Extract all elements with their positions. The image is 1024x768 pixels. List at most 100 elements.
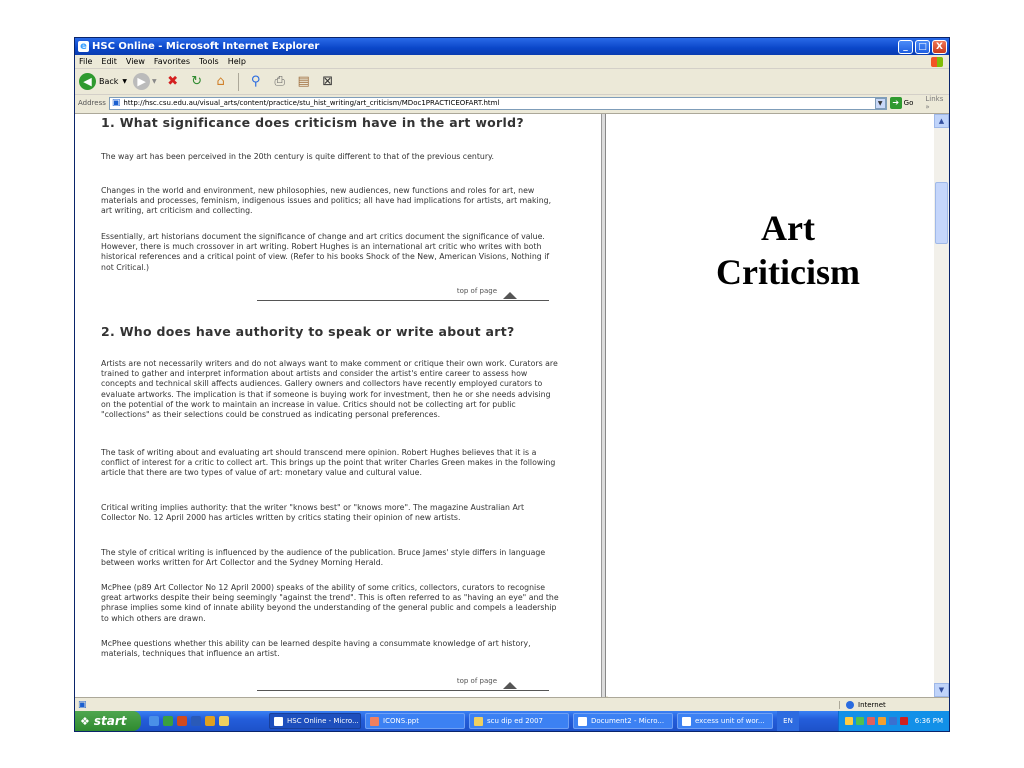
up-arrow-icon xyxy=(503,292,517,299)
globe-icon xyxy=(846,700,854,709)
tray-icon[interactable] xyxy=(899,717,908,725)
back-label[interactable]: Back xyxy=(99,77,118,86)
menu-file[interactable]: File xyxy=(79,57,92,66)
scroll-thumb[interactable] xyxy=(935,182,948,244)
taskbar: ❖ start HSC Online - Micro... ICONS.ppt … xyxy=(75,711,949,731)
menu-help[interactable]: Help xyxy=(228,57,246,66)
task-ie[interactable]: HSC Online - Micro... xyxy=(269,713,361,729)
up-arrow-icon xyxy=(503,682,517,689)
ie-quicklaunch-icon[interactable] xyxy=(149,716,159,726)
task-scu-folder[interactable]: scu dip ed 2007 xyxy=(469,713,569,729)
task-label: scu dip ed 2007 xyxy=(487,717,544,725)
s2-paragraph-3: Critical writing implies authority: that… xyxy=(101,503,525,523)
tray-icon[interactable] xyxy=(888,717,897,725)
forward-arrow-icon[interactable]: ▶ xyxy=(133,73,151,90)
window-title: HSC Online - Microsoft Internet Explorer xyxy=(92,41,320,52)
page-icon: ▣ xyxy=(111,98,121,108)
page-status-icon: ▣ xyxy=(78,699,87,710)
folder-task-icon xyxy=(474,716,483,726)
toolbar: ◀ Back ▼ ▶ ▼ ✖ ↻ ⌂ ⚲ ⎙ ▤ ⊠ xyxy=(75,69,949,95)
go-arrow-icon: ➔ xyxy=(889,97,902,109)
stop-icon[interactable]: ✖ xyxy=(165,74,181,90)
address-label: Address xyxy=(78,99,106,107)
address-bar: Address ▣ http://hsc.csu.edu.au/visual_a… xyxy=(75,95,949,111)
zone-label: Internet xyxy=(858,700,886,709)
s2-paragraph-6: McPhee questions whether this ability ca… xyxy=(101,639,531,659)
tray-icon[interactable] xyxy=(877,717,886,725)
vertical-scrollbar[interactable]: ▲ ▼ xyxy=(934,114,949,697)
s2-paragraph-1: Artists are not necessarily writers and … xyxy=(101,359,558,420)
html-frame: 1. What significance does criticism have… xyxy=(75,114,602,697)
s2-paragraph-5: McPhee (p89 Art Collector No 12 April 20… xyxy=(101,583,559,623)
windows-logo-icon xyxy=(931,56,943,67)
ie-icon: e xyxy=(78,41,89,52)
links-button[interactable]: Links » xyxy=(925,95,949,111)
task-label: HSC Online - Micro... xyxy=(287,717,359,725)
start-button[interactable]: ❖ start xyxy=(75,711,141,731)
task-label: Document2 - Micro... xyxy=(591,717,665,725)
system-tray: 6:36 PM xyxy=(837,711,949,731)
top-of-page-label[interactable]: top of page xyxy=(457,287,497,295)
s2-paragraph-4: The style of critical writing is influen… xyxy=(101,548,546,568)
ie-task-icon xyxy=(274,716,283,726)
top-of-page-label[interactable]: top of page xyxy=(457,677,497,685)
menu-view[interactable]: View xyxy=(126,57,145,66)
s1-paragraph-2: Changes in the world and environment, ne… xyxy=(101,186,552,216)
menu-favorites[interactable]: Favorites xyxy=(154,57,190,66)
scroll-up-icon[interactable]: ▲ xyxy=(934,114,949,128)
word-task-icon xyxy=(578,716,587,726)
title-bar[interactable]: e HSC Online - Microsoft Internet Explor… xyxy=(75,38,949,55)
minimize-button[interactable]: _ xyxy=(898,39,913,54)
task-icons-ppt[interactable]: ICONS.ppt xyxy=(365,713,465,729)
s2-paragraph-2: The task of writing about and evaluating… xyxy=(101,448,556,478)
excel-quicklaunch-icon[interactable] xyxy=(163,716,173,726)
language-indicator[interactable]: EN xyxy=(777,711,799,731)
search-icon[interactable]: ⚲ xyxy=(248,74,264,90)
go-label: Go xyxy=(903,99,914,107)
tray-icon[interactable] xyxy=(866,717,875,725)
back-dropdown-icon[interactable]: ▼ xyxy=(122,78,127,85)
refresh-icon[interactable]: ↻ xyxy=(189,74,205,90)
ie-window: e HSC Online - Microsoft Internet Explor… xyxy=(74,37,950,732)
maximize-button[interactable]: □ xyxy=(915,39,930,54)
powerpoint-quicklaunch-icon[interactable] xyxy=(177,716,187,726)
go-button[interactable]: ➔ Go xyxy=(889,97,914,109)
forward-dropdown-icon[interactable]: ▼ xyxy=(152,78,157,85)
frame-divider[interactable] xyxy=(602,114,606,697)
slide-title-line-1: Art xyxy=(761,208,815,248)
back-arrow-icon[interactable]: ◀ xyxy=(79,73,96,90)
folder-quicklaunch-icon[interactable] xyxy=(219,716,229,726)
content-area: 1. What significance does criticism have… xyxy=(75,113,949,697)
security-zone: Internet xyxy=(839,700,949,709)
address-input[interactable]: ▣ http://hsc.csu.edu.au/visual_arts/cont… xyxy=(108,96,887,110)
quick-launch xyxy=(149,716,269,726)
messenger-quicklaunch-icon[interactable] xyxy=(205,716,215,726)
slide-title-line-2: Criticism xyxy=(716,252,860,292)
menu-edit[interactable]: Edit xyxy=(101,57,117,66)
slide-frame: Art Criticism xyxy=(608,114,934,697)
print-icon[interactable]: ⎙ xyxy=(272,74,288,90)
word-quicklaunch-icon[interactable] xyxy=(191,716,201,726)
menu-tools[interactable]: Tools xyxy=(199,57,219,66)
clock[interactable]: 6:36 PM xyxy=(915,717,943,725)
media-icon[interactable]: ⊠ xyxy=(320,74,336,90)
toolbar-separator xyxy=(237,72,239,91)
address-url[interactable]: http://hsc.csu.edu.au/visual_arts/conten… xyxy=(123,99,874,107)
heading-2: 2. Who does have authority to speak or w… xyxy=(101,324,515,339)
status-bar: ▣ Internet xyxy=(75,697,949,711)
research-icon[interactable]: ▤ xyxy=(296,74,312,90)
close-button[interactable]: X xyxy=(932,39,947,54)
start-label: start xyxy=(93,714,127,728)
top-of-page-link-1[interactable]: top of page xyxy=(257,287,549,301)
task-document2[interactable]: Document2 - Micro... xyxy=(573,713,673,729)
tray-icon[interactable] xyxy=(844,717,853,725)
windows-flag-icon: ❖ xyxy=(80,714,90,728)
task-excess-unit[interactable]: excess unit of wor... xyxy=(677,713,773,729)
tray-icon[interactable] xyxy=(855,717,864,725)
scroll-down-icon[interactable]: ▼ xyxy=(934,683,949,697)
home-icon[interactable]: ⌂ xyxy=(213,74,229,90)
s1-paragraph-1: The way art has been perceived in the 20… xyxy=(101,152,495,161)
top-of-page-link-2[interactable]: top of page xyxy=(257,677,549,691)
s1-paragraph-3: Essentially, art historians document the… xyxy=(101,232,550,272)
address-dropdown-icon[interactable]: ▼ xyxy=(874,97,886,109)
